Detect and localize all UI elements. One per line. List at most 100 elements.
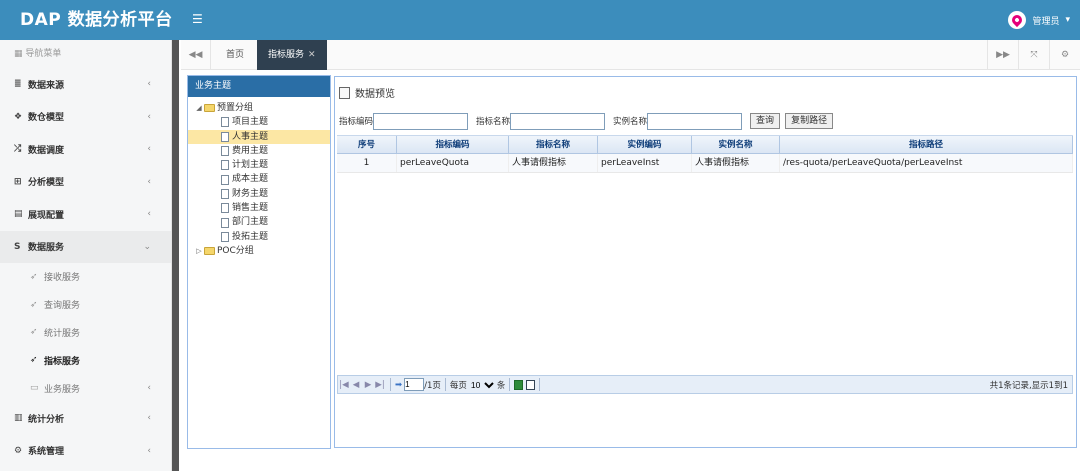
- topic-tree: 业务主题 ◢ 预置分组 项目主题 人事主题 费用主题 计划主题 成本主题 财务主题 销售主题 部门…: [187, 75, 331, 449]
- tree-node[interactable]: 部门主题: [188, 215, 330, 229]
- next-page-icon[interactable]: ▶: [362, 380, 374, 390]
- per-page-select[interactable]: 10: [466, 377, 497, 392]
- first-page-icon[interactable]: |◀: [338, 380, 350, 390]
- top-header: DAP 数据分析平台 ☰ 管理员 ▾: [0, 0, 1080, 40]
- tree-node[interactable]: 项目主题: [188, 115, 330, 129]
- sidebar-item-s[interactable]: S 数据服务 ⌄: [0, 230, 171, 263]
- leaf-icon: ➶: [30, 271, 38, 282]
- chevron-left-icon: ‹: [147, 111, 151, 122]
- gear-icon[interactable]: ⚙: [1049, 40, 1080, 70]
- table-cell: perLeaveInst: [598, 154, 692, 172]
- sidebar-subitem[interactable]: ➶ 接收服务: [0, 263, 171, 291]
- prev-page-icon[interactable]: ◀: [350, 380, 362, 390]
- table-cell: /res-quota/perLeaveQuota/perLeaveInst: [780, 154, 1073, 172]
- collapse-arrow-icon[interactable]: ◢: [194, 101, 204, 115]
- code-label: 指标编码: [339, 117, 374, 127]
- column-header[interactable]: 指标名称: [509, 136, 598, 153]
- indicator-code-input[interactable]: [373, 112, 469, 130]
- folder-icon: [204, 247, 215, 256]
- chevron-left-icon: ‹: [147, 445, 151, 456]
- sidebar-item-bar-chart[interactable]: ▥ 统计分析 ‹: [0, 402, 171, 435]
- chevron-left-icon: ‹: [147, 79, 151, 90]
- sidebar-item-random[interactable]: ⤮ 数据调度 ‹: [0, 133, 171, 166]
- column-header[interactable]: 指标编码: [397, 136, 509, 153]
- data-grid: 序号 指标编码 指标名称 实例编码 实例名称 指标路径 1 perLeaveQuota 人事请…: [337, 135, 1073, 375]
- per-page-label: 每页: [449, 380, 467, 391]
- page-input[interactable]: [404, 378, 425, 391]
- copy-path-button[interactable]: 复制路径: [785, 113, 834, 129]
- expand-arrow-icon[interactable]: ▷: [194, 244, 204, 258]
- document-icon: [221, 174, 229, 185]
- sidebar-item-cubes[interactable]: ❖ 数仓模型 ‹: [0, 101, 171, 134]
- leaf-icon: ➶: [30, 299, 38, 310]
- table-row[interactable]: 1 perLeaveQuota 人事请假指标 perLeaveInst 人事请假指标/r…: [337, 154, 1073, 173]
- column-header[interactable]: 指标路径: [780, 136, 1073, 153]
- tab-bar: ◀◀ 首页 指标服务 ✕ ▶▶ ⤧ ⚙: [181, 40, 1080, 70]
- column-header[interactable]: 实例编码: [598, 136, 692, 153]
- sidebar-subitem-label: 指标服务: [44, 356, 81, 367]
- document-icon: [221, 188, 229, 199]
- tree-node[interactable]: 计划主题: [188, 158, 330, 172]
- folder-icon: ▭: [30, 383, 39, 394]
- tab-indicator-service[interactable]: 指标服务 ✕: [257, 40, 327, 70]
- fullscreen-icon[interactable]: ⤧: [1018, 40, 1049, 70]
- panel-title: 数据预览: [339, 85, 395, 100]
- sidebar-subitem[interactable]: ➶ 统计服务: [0, 319, 171, 347]
- instance-name-input[interactable]: [647, 112, 743, 130]
- close-icon[interactable]: ✕: [308, 50, 316, 60]
- query-button[interactable]: 查询: [750, 113, 781, 129]
- column-header[interactable]: 序号: [337, 136, 397, 153]
- sidebar-item-database[interactable]: ≣ 数据来源 ‹: [0, 68, 171, 101]
- random-icon: ⤮: [14, 144, 22, 155]
- tab-scroll-right-icon[interactable]: ▶▶: [987, 40, 1018, 70]
- leaf-icon: ➶: [30, 327, 38, 338]
- sidebar-header: ▦ 导航菜单: [14, 49, 62, 59]
- sidebar-scrollbar[interactable]: [172, 40, 179, 471]
- tab-scroll-left-icon[interactable]: ◀◀: [181, 40, 211, 70]
- sidebar-item-label: 数仓模型: [28, 113, 65, 124]
- document-icon: [221, 131, 229, 142]
- go-page-icon[interactable]: ➡: [395, 380, 402, 390]
- sidebar-subitem[interactable]: ▭ 业务服务 ‹: [0, 374, 171, 402]
- sidebar-item-label: 数据来源: [28, 80, 65, 91]
- excel-export-icon[interactable]: [514, 379, 524, 390]
- sidebar-subitem-label: 业务服务: [44, 384, 81, 395]
- user-menu[interactable]: 管理员 ▾: [1008, 10, 1070, 30]
- grid-icon: ▦: [14, 49, 26, 59]
- user-name: 管理员: [1032, 16, 1060, 27]
- sidebar-subitem-label: 查询服务: [44, 301, 81, 312]
- tree-node[interactable]: 成本主题: [188, 172, 330, 186]
- table-cell: 人事请假指标: [692, 154, 780, 172]
- s-icon: S: [14, 241, 21, 252]
- tree-node[interactable]: 投拓主题: [188, 230, 330, 244]
- sidebar-subitem[interactable]: ➶ 指标服务: [0, 346, 171, 374]
- tree-node[interactable]: 财务主题: [188, 187, 330, 201]
- word-export-icon[interactable]: [526, 379, 536, 390]
- sidebar-item-gear[interactable]: ⚙ 系统管理 ‹: [0, 434, 171, 467]
- chevron-left-icon: ‹: [147, 176, 151, 187]
- avatar: [1008, 11, 1027, 29]
- indicator-name-input[interactable]: [510, 112, 606, 130]
- sidebar-subitem-label: 接收服务: [44, 273, 81, 284]
- tree-node[interactable]: 人事主题: [188, 129, 330, 144]
- tree-node-root[interactable]: ◢ 预置分组: [188, 101, 330, 115]
- sidebar-item-film[interactable]: ▤ 展现配置 ‹: [0, 198, 171, 231]
- sidebar-item-label: 展现配置: [28, 210, 65, 221]
- document-icon: [221, 160, 229, 171]
- tab-home[interactable]: 首页: [215, 40, 255, 70]
- sidebar-item-sitemap[interactable]: ⊞ 分析模型 ‹: [0, 166, 171, 199]
- chevron-left-icon: ‹: [147, 413, 151, 424]
- tree-node[interactable]: 费用主题: [188, 144, 330, 158]
- tree-node[interactable]: 销售主题: [188, 201, 330, 215]
- sidebar-item-label: 数据调度: [28, 145, 65, 156]
- pager-info: 共1条记录,显示1到1: [989, 380, 1068, 391]
- document-icon: [221, 231, 229, 242]
- per-page-unit: 条: [496, 380, 506, 391]
- tree-node-poc[interactable]: ▷ POC分组: [188, 244, 330, 258]
- menu-toggle-icon[interactable]: ☰: [192, 12, 203, 26]
- last-page-icon[interactable]: ▶|: [374, 380, 386, 390]
- sidebar-subitem-label: 统计服务: [44, 328, 81, 339]
- film-icon: ▤: [14, 209, 23, 220]
- column-header[interactable]: 实例名称: [692, 136, 780, 153]
- sidebar-subitem[interactable]: ➶ 查询服务: [0, 291, 171, 319]
